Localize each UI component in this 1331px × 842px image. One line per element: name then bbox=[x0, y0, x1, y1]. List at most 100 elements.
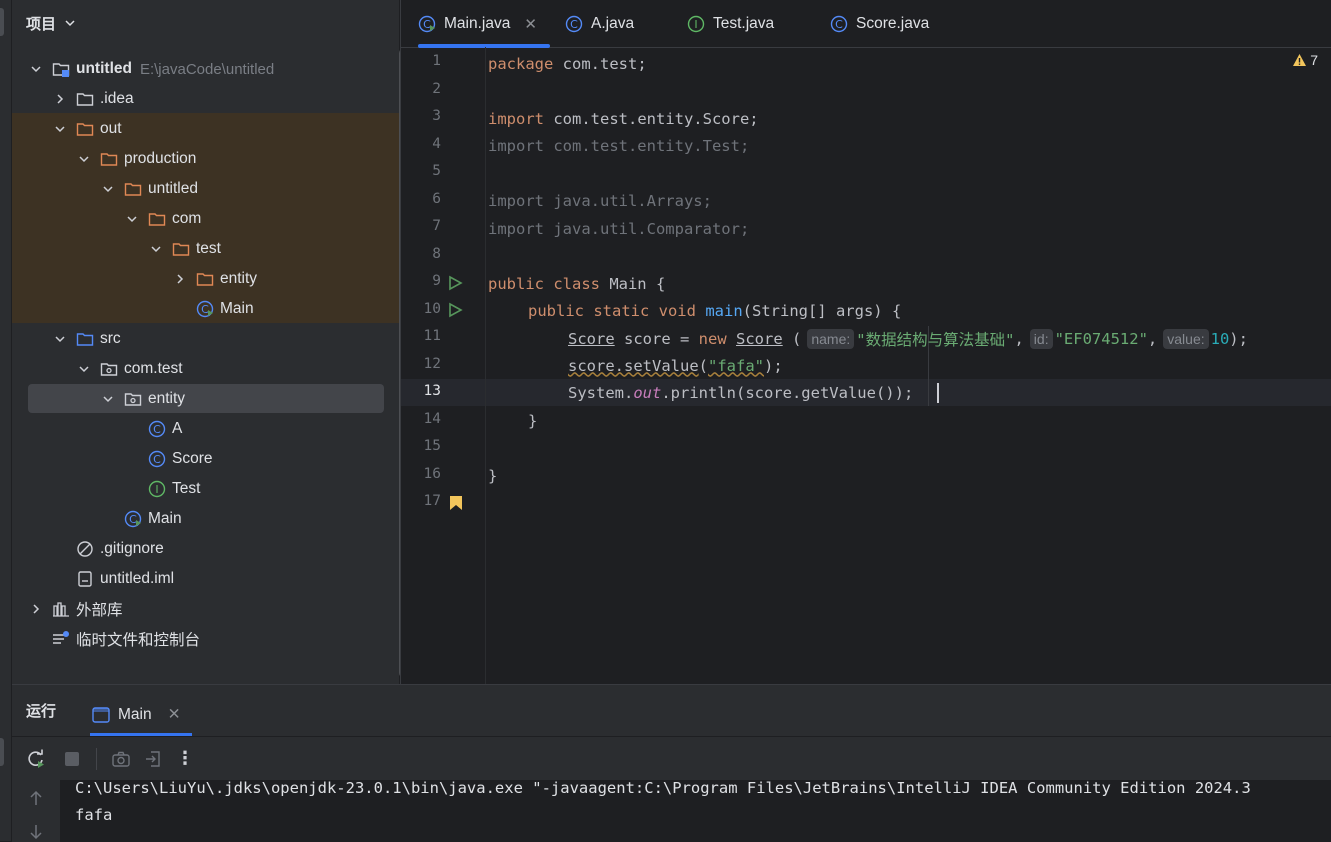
inspection-widget[interactable]: 7 bbox=[1292, 52, 1318, 68]
tree-item[interactable]: .gitignore bbox=[12, 534, 427, 564]
code-line-7[interactable]: import java.util.Comparator; bbox=[488, 215, 749, 242]
code-token: import bbox=[488, 109, 544, 128]
source-folder-icon bbox=[76, 330, 94, 348]
run-tool-marker[interactable] bbox=[0, 738, 4, 766]
folder-icon bbox=[76, 90, 94, 108]
chevron-down-icon[interactable] bbox=[52, 123, 68, 135]
code-line-6[interactable]: import java.util.Arrays; bbox=[488, 187, 712, 214]
code-line-10[interactable]: public static void main (String[] args) { bbox=[528, 297, 901, 324]
code-token: , bbox=[1014, 329, 1024, 348]
tree-item[interactable]: untitled E:\javaCode\untitled bbox=[12, 54, 403, 84]
tab-main-java[interactable]: C Main.java ✕ bbox=[418, 0, 550, 48]
code-token: } bbox=[488, 466, 498, 485]
tree-item[interactable]: 临时文件和控制台 bbox=[12, 624, 403, 654]
code-line-1[interactable]: package com.test; bbox=[488, 50, 647, 77]
arrow-down-icon[interactable] bbox=[29, 824, 43, 840]
code-token: package bbox=[488, 54, 554, 73]
run-panel: 运行 Main ✕ ⋮ C:\Users\LiuYu\.jdks\openjdk… bbox=[12, 684, 1331, 842]
tree-item[interactable]: out bbox=[12, 114, 427, 144]
console-line[interactable]: C:\Users\LiuYu\.jdks\openjdk-23.0.1\bin\… bbox=[75, 779, 1251, 797]
scratches-icon bbox=[52, 630, 70, 648]
bookmark-icon[interactable] bbox=[449, 495, 463, 511]
run-gutter-icon[interactable] bbox=[447, 302, 463, 318]
interface-icon: I bbox=[687, 15, 705, 33]
tab-score-java[interactable]: C Score.java bbox=[830, 0, 929, 47]
chevron-down-icon[interactable] bbox=[28, 63, 44, 75]
chevron-down-icon[interactable] bbox=[100, 393, 116, 405]
chevron-down-icon[interactable] bbox=[124, 213, 140, 225]
camera-icon[interactable] bbox=[109, 747, 133, 771]
tab-a-java[interactable]: C A.java bbox=[565, 0, 634, 47]
tab-score-java-label: Score.java bbox=[856, 14, 930, 32]
code-line-9[interactable]: public class Main { bbox=[488, 270, 665, 297]
code-line-16[interactable]: } bbox=[488, 462, 497, 489]
class-icon: C bbox=[148, 420, 166, 438]
tree-item[interactable]: .idea bbox=[12, 84, 427, 114]
iml-file-icon bbox=[76, 570, 94, 588]
chevron-down-icon[interactable] bbox=[148, 243, 164, 255]
tab-a-java-label: A.java bbox=[591, 14, 635, 32]
project-panel: 项目 untitled E:\javaCode\untitled .idea out p… bbox=[12, 0, 410, 684]
export-icon[interactable] bbox=[141, 747, 165, 771]
tree-item-label: 临时文件和控制台 bbox=[76, 632, 201, 649]
chevron-down-icon[interactable] bbox=[100, 183, 116, 195]
chevron-right-icon[interactable] bbox=[172, 273, 188, 285]
tree-item-label: Score bbox=[172, 450, 213, 467]
stop-icon[interactable] bbox=[60, 747, 84, 771]
warning-count: 7 bbox=[1310, 52, 1318, 68]
tree-item-label: out bbox=[100, 120, 122, 137]
line-number: 2 bbox=[432, 80, 441, 97]
code-token: "fafa" bbox=[708, 356, 764, 375]
chevron-down-icon[interactable] bbox=[76, 363, 92, 375]
arrow-up-icon[interactable] bbox=[29, 790, 43, 806]
tree-item[interactable]: com.test bbox=[12, 354, 451, 384]
line-number: 3 bbox=[432, 108, 441, 124]
line-number: 16 bbox=[423, 465, 441, 482]
close-icon[interactable]: ✕ bbox=[524, 15, 537, 33]
rerun-icon[interactable] bbox=[24, 747, 48, 771]
more-options-icon[interactable]: ⋮ bbox=[173, 747, 197, 771]
tree-item-label: com.test bbox=[124, 360, 183, 377]
project-tool-marker[interactable] bbox=[0, 8, 4, 36]
tab-test-java[interactable]: I Test.java bbox=[687, 0, 774, 47]
svg-text:C: C bbox=[835, 18, 843, 31]
tree-item-label: test bbox=[196, 240, 221, 257]
run-gutter-icon[interactable] bbox=[447, 275, 463, 291]
code-token: main bbox=[705, 301, 743, 320]
code-line-12[interactable]: score.setValue("fafa"); bbox=[568, 352, 783, 379]
tree-item-label: .idea bbox=[100, 90, 134, 107]
console-line[interactable]: fafa bbox=[75, 806, 112, 824]
code-line-14[interactable]: } bbox=[528, 407, 537, 434]
code-token: import com.test.entity.Test; bbox=[488, 136, 750, 155]
tree-item-label: Main bbox=[220, 300, 254, 317]
run-tab-main[interactable]: Main ✕ bbox=[90, 693, 192, 736]
tab-main-java-label: Main.java bbox=[444, 14, 511, 32]
code-token: ( bbox=[698, 356, 708, 375]
code-line-4[interactable]: import com.test.entity.Test; bbox=[488, 132, 749, 159]
tree-item[interactable]: src bbox=[12, 324, 427, 354]
code-token: 10 bbox=[1210, 329, 1230, 348]
line-number: 15 bbox=[423, 438, 441, 454]
code-line-13[interactable]: System. out .println(score.getValue()); bbox=[568, 379, 913, 406]
project-panel-header[interactable]: 项目 bbox=[26, 0, 76, 46]
chevron-down-icon[interactable] bbox=[52, 333, 68, 345]
close-icon[interactable]: ✕ bbox=[168, 705, 181, 724]
tree-item[interactable]: production bbox=[12, 144, 451, 174]
line-number: 8 bbox=[432, 245, 441, 262]
tree-item[interactable]: 外部库 bbox=[12, 594, 403, 624]
code-token: , bbox=[1147, 329, 1158, 348]
tree-item[interactable]: untitled.iml bbox=[12, 564, 427, 594]
line-number: 14 bbox=[423, 410, 441, 427]
code-token: com.test; bbox=[553, 54, 647, 73]
chevron-down-icon[interactable] bbox=[76, 153, 92, 165]
code-line-3[interactable]: import com.test.entity.Score; bbox=[488, 105, 759, 132]
svg-text:I: I bbox=[155, 483, 158, 496]
code-line-11[interactable]: Score score = new Score (name: "数据结构与算法基础… bbox=[568, 325, 1248, 352]
excluded-folder-icon bbox=[100, 150, 118, 168]
chevron-right-icon[interactable] bbox=[52, 93, 68, 105]
chevron-right-icon[interactable] bbox=[28, 603, 44, 615]
excluded-folder-icon bbox=[124, 180, 142, 198]
svg-text:C: C bbox=[423, 18, 431, 31]
chevron-down-icon bbox=[65, 20, 75, 27]
tree-item-label: src bbox=[100, 330, 121, 347]
